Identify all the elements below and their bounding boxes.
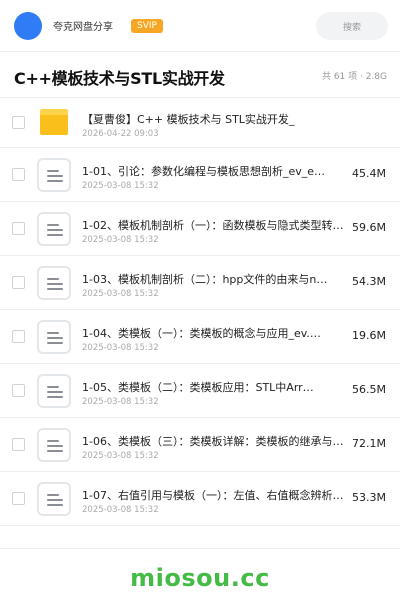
file-name: 1-05、类模板（二）：类模板应用：STL中Arr… <box>82 381 314 394</box>
file-name: 1-02、模板机制剖析（一）：函数模板与隐式类型转… <box>82 219 344 232</box>
row-checkbox[interactable] <box>12 116 25 129</box>
file-date: 2025-03-08 15:32 <box>82 181 159 191</box>
list-item[interactable]: 1-07、右值引用与模板（一）：左值、右值概念辨析… 2025-03-08 15… <box>0 472 400 526</box>
file-date: 2025-03-08 15:32 <box>82 451 159 461</box>
file-name: 【夏曹俊】C++ 模板技术与 STL实战开发_ <box>82 113 295 126</box>
list-item[interactable]: 1-02、模板机制剖析（一）：函数模板与隐式类型转… 2025-03-08 15… <box>0 202 400 256</box>
file-name: 1-06、类模板（三）：类模板详解：类模板的继承与… <box>82 435 344 448</box>
page-header: C++模板技术与STL实战开发 共 61 项 · 2.8G <box>0 52 400 98</box>
document-icon <box>37 266 71 300</box>
document-icon <box>37 428 71 462</box>
file-name: 1-03、模板机制剖析（二）：hpp文件的由来与n… <box>82 273 328 286</box>
list-item[interactable]: 1-05、类模板（二）：类模板应用：STL中Arr… 2025-03-08 15… <box>0 364 400 418</box>
file-size: 54.3M <box>352 275 386 288</box>
search-input[interactable]: 搜索 <box>316 12 388 40</box>
list-item[interactable]: 1-01、引论：参数化编程与模板思想剖析_ev_e… 2025-03-08 15… <box>0 148 400 202</box>
list-item-folder[interactable]: 【夏曹俊】C++ 模板技术与 STL实战开发_ 2026-04-22 09:03 <box>0 96 400 148</box>
row-checkbox[interactable] <box>12 330 25 343</box>
document-icon <box>37 158 71 192</box>
row-checkbox[interactable] <box>12 384 25 397</box>
svip-badge: SVIP <box>131 18 163 33</box>
file-name: 1-07、右值引用与模板（一）：左值、右值概念辨析… <box>82 489 344 502</box>
row-checkbox[interactable] <box>12 168 25 181</box>
document-icon <box>37 212 71 246</box>
row-checkbox[interactable] <box>12 276 25 289</box>
file-size: 56.5M <box>352 383 386 396</box>
row-checkbox[interactable] <box>12 438 25 451</box>
file-size: 53.3M <box>352 491 386 504</box>
share-label: 夸克网盘分享 <box>53 22 113 33</box>
avatar[interactable] <box>14 11 42 40</box>
folder-icon <box>40 109 68 135</box>
item-count-size: 共 61 项 · 2.8G <box>321 72 387 82</box>
file-size: 45.4M <box>352 167 386 180</box>
top-bar: 夸克网盘分享 SVIP 搜索 <box>0 0 400 52</box>
page-title: C++模板技术与STL实战开发 <box>14 69 225 88</box>
file-date: 2025-03-08 15:32 <box>82 505 159 515</box>
footer: miosou.cc <box>0 548 400 600</box>
list-item[interactable]: 1-04、类模板（一）：类模板的概念与应用_ev.… 2025-03-08 15… <box>0 310 400 364</box>
file-list: 【夏曹俊】C++ 模板技术与 STL实战开发_ 2026-04-22 09:03… <box>0 96 400 526</box>
file-date: 2025-03-08 15:32 <box>82 343 159 353</box>
file-name: 1-04、类模板（一）：类模板的概念与应用_ev.… <box>82 327 321 340</box>
list-item[interactable]: 1-06、类模板（三）：类模板详解：类模板的继承与… 2025-03-08 15… <box>0 418 400 472</box>
list-item[interactable]: 1-03、模板机制剖析（二）：hpp文件的由来与n… 2025-03-08 15… <box>0 256 400 310</box>
document-icon <box>37 374 71 408</box>
document-icon <box>37 320 71 354</box>
file-size: 59.6M <box>352 221 386 234</box>
file-date: 2026-04-22 09:03 <box>82 129 159 139</box>
site-watermark: miosou.cc <box>130 563 270 592</box>
document-icon <box>37 482 71 516</box>
file-size: 72.1M <box>352 437 386 450</box>
row-checkbox[interactable] <box>12 492 25 505</box>
file-name: 1-01、引论：参数化编程与模板思想剖析_ev_e… <box>82 165 326 178</box>
file-date: 2025-03-08 15:32 <box>82 235 159 245</box>
file-size: 19.6M <box>352 329 386 342</box>
file-date: 2025-03-08 15:32 <box>82 397 159 407</box>
row-checkbox[interactable] <box>12 222 25 235</box>
file-date: 2025-03-08 15:32 <box>82 289 159 299</box>
